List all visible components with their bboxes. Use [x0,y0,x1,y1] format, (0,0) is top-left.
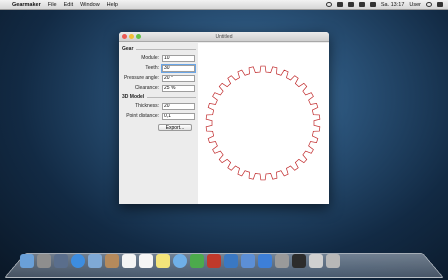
zoom-button[interactable] [136,34,141,39]
menu-window[interactable]: Window [80,2,100,8]
thickness-field[interactable] [162,102,195,110]
gear-outline [205,65,321,181]
pressure-angle-label: Pressure angle: [123,75,159,81]
iphoto-icon[interactable] [224,254,238,268]
facetime-icon[interactable] [190,254,204,268]
clock[interactable]: Sa. 13:17 [381,2,405,8]
battery-icon[interactable] [369,2,376,7]
section-divider [147,96,196,98]
trash-icon[interactable] [326,254,340,268]
volume-icon[interactable] [358,2,365,7]
model-section-header: 3D Model [122,93,196,101]
mission-control-icon[interactable] [54,254,68,268]
system-preferences-icon[interactable] [275,254,289,268]
clearance-field[interactable] [162,84,195,92]
point-distance-label: Point distance: [126,113,159,119]
messages-icon[interactable] [173,254,187,268]
menu-edit[interactable]: Edit [64,2,73,8]
gear-section-title: Gear [122,46,134,52]
clearance-label: Clearance: [134,85,159,91]
spotlight-icon[interactable] [426,2,432,7]
dock-icons [20,254,340,268]
pressure-angle-field[interactable] [162,74,195,82]
wifi-icon[interactable] [347,2,354,7]
teeth-field[interactable] [162,64,195,72]
photo-booth-icon[interactable] [207,254,221,268]
user-menu[interactable]: User [409,2,421,8]
downloads-icon[interactable] [309,254,323,268]
section-divider [136,48,196,50]
close-button[interactable] [122,34,127,39]
gearmaker-window: Untitled Gear Module: Teeth: Pressure an… [119,32,329,204]
module-label: Module: [141,55,159,61]
app-store-icon[interactable] [258,254,272,268]
menu-help[interactable]: Help [107,2,118,8]
title-bar[interactable]: Untitled [119,32,329,42]
settings-panel: Gear Module: Teeth: Pressure angle: Clea… [119,43,199,204]
menu-file[interactable]: File [48,2,57,8]
calendar-icon[interactable] [122,254,136,268]
gear-preview-svg [205,65,321,181]
itunes-icon[interactable] [241,254,255,268]
window-title: Untitled [215,34,233,40]
gear-section-header: Gear [122,45,196,53]
launchpad-icon[interactable] [37,254,51,268]
teeth-label: Teeth: [145,65,159,71]
point-distance-field[interactable] [162,112,195,120]
menu-bar: Gearmaker File Edit Window Help Sa. 13:1… [0,0,448,10]
module-field[interactable] [162,54,195,62]
notification-center-icon[interactable] [437,2,443,7]
gear-preview-canvas[interactable] [198,43,329,204]
status-area: Sa. 13:17 User [325,2,448,8]
reminders-icon[interactable] [139,254,153,268]
mail-icon[interactable] [88,254,102,268]
model-section-title: 3D Model [122,94,145,100]
contacts-icon[interactable] [105,254,119,268]
export-button[interactable]: Export... [158,124,192,131]
safari-icon[interactable] [71,254,85,268]
bluetooth-icon[interactable] [336,2,343,7]
menu-app-name[interactable]: Gearmaker [12,2,41,8]
thickness-label: Thickness: [135,103,159,109]
time-machine-icon[interactable] [325,2,332,7]
gearmaker-icon[interactable] [292,254,306,268]
minimize-button[interactable] [129,34,134,39]
notes-icon[interactable] [156,254,170,268]
finder-icon[interactable] [20,254,34,268]
